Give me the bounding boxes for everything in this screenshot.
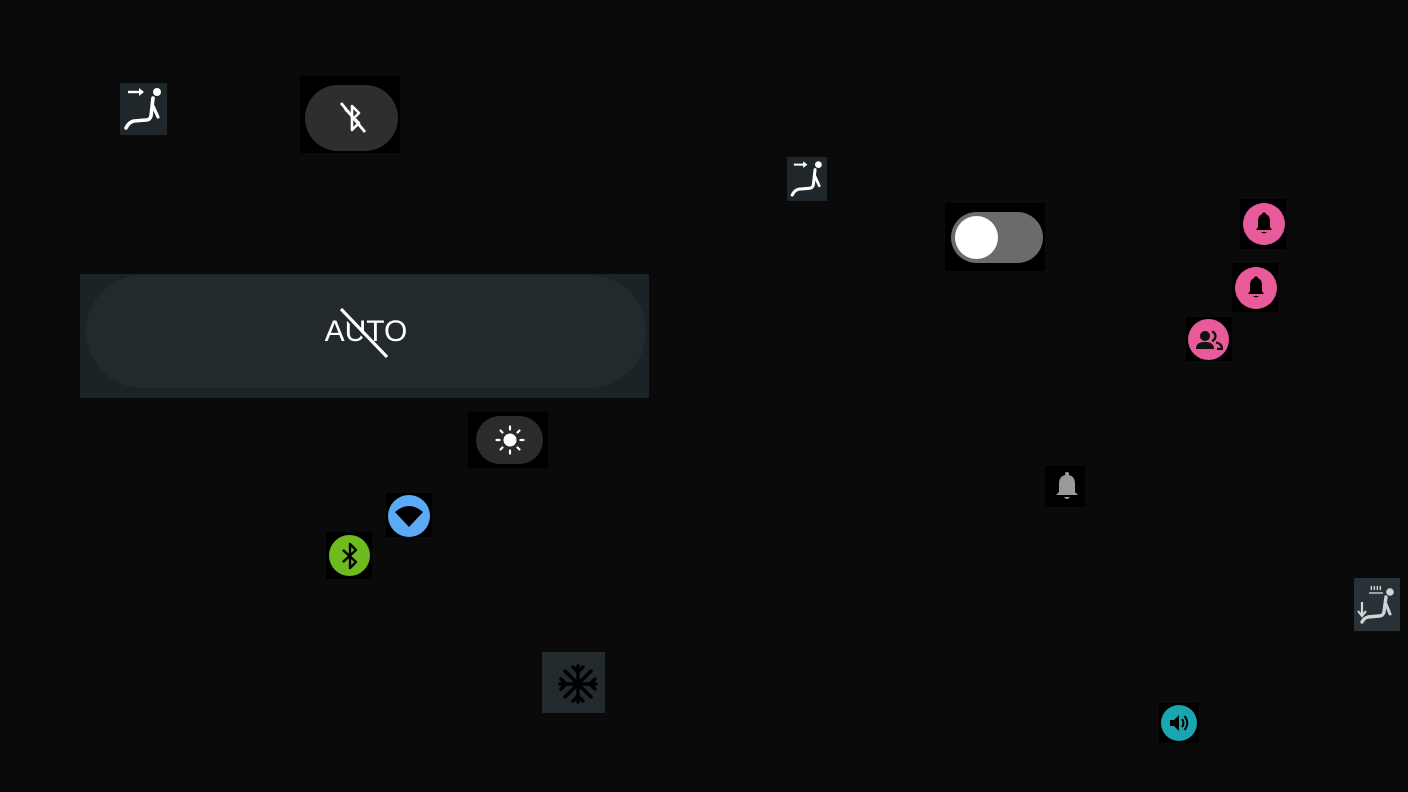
seat-airflow-button-secondary[interactable] (787, 157, 827, 201)
people-icon (1195, 329, 1223, 350)
bluetooth-button[interactable] (326, 532, 372, 579)
quick-controls-screen: AUTO (0, 0, 1408, 792)
auto-disabled-slash-icon (337, 307, 388, 360)
seat-heat-button[interactable] (1354, 578, 1400, 631)
notification-button-2[interactable] (1232, 263, 1278, 312)
notification-circle[interactable] (1243, 203, 1285, 245)
ac-button[interactable] (542, 652, 605, 713)
bell-icon (1256, 212, 1272, 234)
auto-mode-button[interactable]: AUTO (86, 275, 646, 388)
seat-airflow-button[interactable] (120, 83, 167, 135)
brightness-pill[interactable] (476, 416, 543, 464)
sun-icon (494, 425, 525, 455)
bluetooth-disabled-icon (339, 102, 366, 133)
wifi-circle[interactable] (388, 495, 430, 537)
bluetooth-toggle-button[interactable] (300, 76, 400, 153)
seat-airflow-forward-icon (790, 161, 822, 197)
notification-button-1[interactable] (1240, 199, 1286, 249)
people-circle[interactable] (1188, 319, 1229, 360)
bluetooth-circle[interactable] (329, 535, 370, 576)
volume-button[interactable] (1159, 703, 1199, 743)
seat-heat-down-icon (1357, 585, 1394, 624)
seat-airflow-forward-icon (124, 88, 161, 130)
toggle-switch[interactable] (945, 203, 1045, 271)
wifi-icon (395, 506, 423, 527)
notification-circle[interactable] (1235, 267, 1277, 309)
auto-label-wrap: AUTO (325, 307, 407, 360)
volume-circle[interactable] (1161, 705, 1197, 741)
brightness-button[interactable] (468, 412, 548, 468)
bell-icon (1056, 472, 1078, 499)
volume-icon (1170, 715, 1189, 731)
bell-button[interactable] (1045, 466, 1085, 507)
toggle-track[interactable] (951, 212, 1043, 263)
toggle-knob[interactable] (955, 216, 998, 259)
bluetooth-icon (341, 542, 357, 569)
bluetooth-pill[interactable] (305, 85, 398, 151)
auto-mode-panel: AUTO (80, 274, 649, 398)
bell-icon (1248, 276, 1264, 298)
people-button[interactable] (1186, 317, 1232, 361)
wifi-button[interactable] (386, 493, 432, 537)
snowflake-icon (558, 664, 598, 704)
